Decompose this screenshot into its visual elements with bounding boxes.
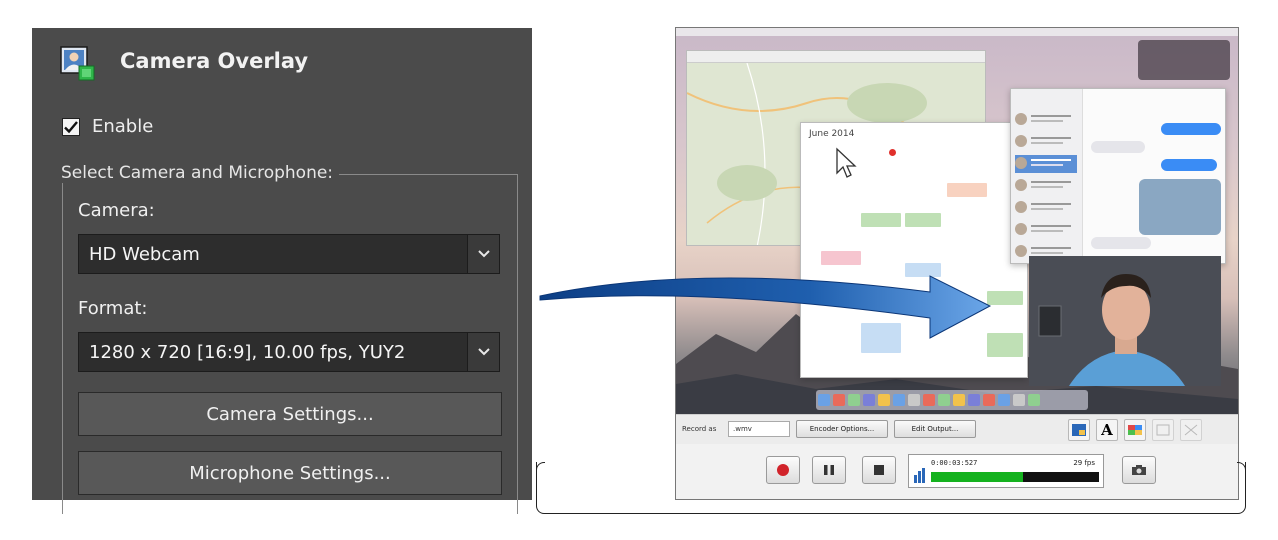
format-label: Format: xyxy=(78,298,148,319)
notification-popup xyxy=(1138,40,1230,80)
webcam-preview xyxy=(1029,256,1221,386)
enable-checkbox[interactable] xyxy=(62,117,80,136)
record-as-label: Record as xyxy=(682,425,717,433)
webcam-overlay-icon xyxy=(60,46,95,81)
chevron-down-icon[interactable] xyxy=(467,333,499,371)
calendar-title: June 2014 xyxy=(809,129,855,139)
chevron-down-icon[interactable] xyxy=(467,235,499,273)
edit-output-button[interactable]: Edit Output... xyxy=(894,420,976,438)
panel-title: Camera Overlay xyxy=(120,49,309,73)
overlay-icon[interactable] xyxy=(1068,419,1090,441)
camera-select[interactable]: HD Webcam xyxy=(78,234,500,274)
dock xyxy=(816,390,1088,410)
checkmark-icon xyxy=(64,120,78,133)
enable-label: Enable xyxy=(92,116,154,137)
fullscreen-icon[interactable] xyxy=(1180,419,1202,441)
camera-overlay-panel: Camera Overlay Enable Select Camera and … xyxy=(32,28,532,514)
output-format-value: .wmv xyxy=(733,425,752,433)
enable-checkbox-row[interactable]: Enable xyxy=(62,116,153,137)
window-capture-icon[interactable] xyxy=(1152,419,1174,441)
recording-preview-screenshot: June 2014 Record as .wmv Encoder Options… xyxy=(675,27,1239,500)
color-palette-icon[interactable] xyxy=(1124,419,1146,441)
camera-select-value: HD Webcam xyxy=(89,243,200,265)
mouse-cursor-icon xyxy=(836,147,857,178)
menu-bar xyxy=(676,28,1238,36)
calendar-window: June 2014 xyxy=(800,122,1028,378)
camera-settings-button[interactable]: Camera Settings... xyxy=(78,392,502,436)
format-select[interactable]: 1280 x 720 [16:9], 10.00 fps, YUY2 xyxy=(78,332,500,372)
controls-highlight-bracket xyxy=(536,462,1246,514)
messages-window xyxy=(1010,88,1226,264)
output-format-select[interactable]: .wmv xyxy=(728,421,790,437)
encoder-options-button[interactable]: Encoder Options... xyxy=(796,420,888,438)
microphone-settings-button[interactable]: Microphone Settings... xyxy=(78,451,502,495)
group-legend: Select Camera and Microphone: xyxy=(61,163,340,183)
camera-label: Camera: xyxy=(78,200,155,221)
desktop-background: June 2014 xyxy=(676,28,1238,414)
text-overlay-icon[interactable]: A xyxy=(1096,419,1118,441)
format-select-value: 1280 x 720 [16:9], 10.00 fps, YUY2 xyxy=(89,341,406,363)
recorder-toolbar: Record as .wmv Encoder Options... Edit O… xyxy=(676,414,1238,444)
